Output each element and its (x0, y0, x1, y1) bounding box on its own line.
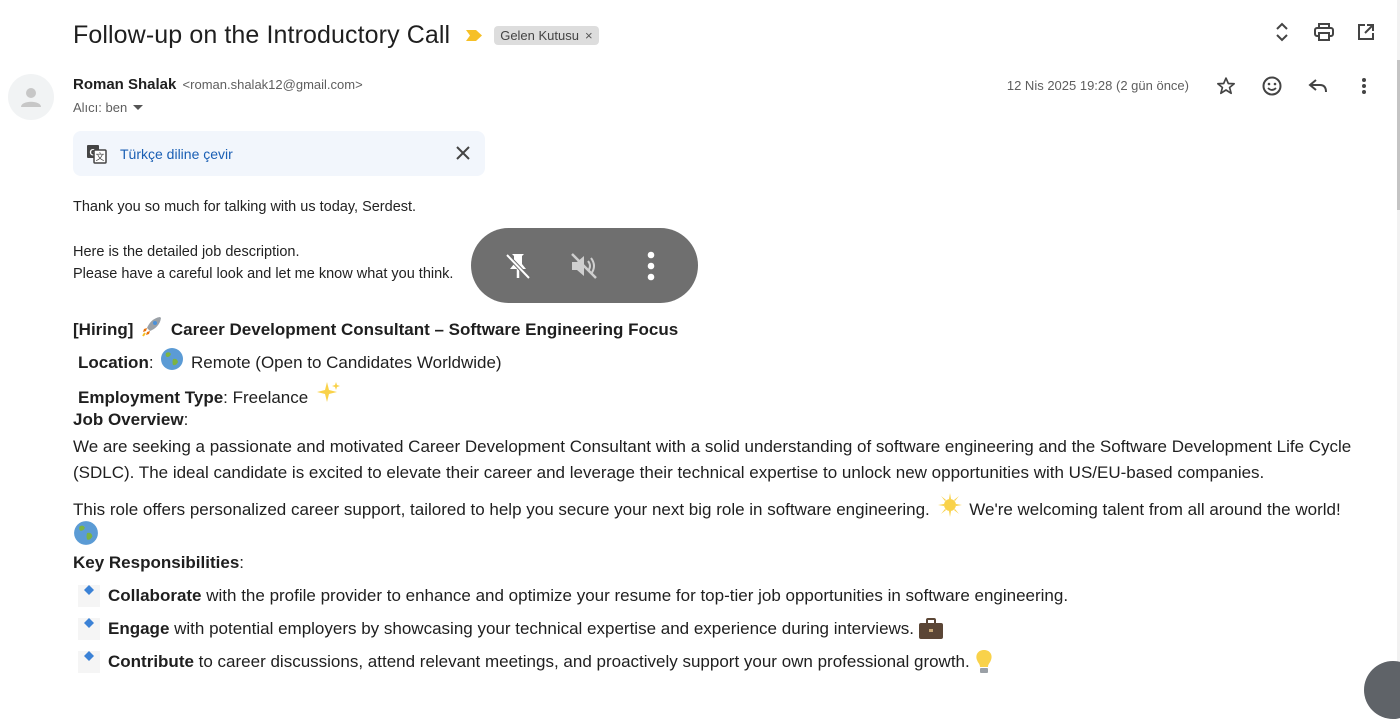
overview-heading-line: Job Overview: (73, 410, 189, 429)
rocket-icon (142, 317, 162, 337)
hiring-tag: [Hiring] (73, 320, 134, 339)
subject-row: Follow-up on the Introductory Call Gelen… (73, 18, 599, 52)
show-details-chevron-icon[interactable] (133, 105, 144, 110)
translate-bar: G 文 Türkçe diline çevir (73, 131, 485, 176)
translate-link[interactable]: Türkçe diline çevir (120, 146, 233, 162)
unpin-icon[interactable] (502, 250, 534, 282)
blue-diamond-icon (78, 618, 100, 640)
mute-icon[interactable] (568, 250, 600, 282)
overview-paragraph-2: This role offers personalized career sup… (73, 492, 1378, 523)
responsibility-text: to career discussions, attend relevant m… (193, 652, 970, 671)
briefcase-icon (919, 618, 944, 639)
intro-line-2: Here is the detailed job description. (73, 244, 300, 260)
floating-controls (471, 228, 698, 303)
open-in-new-window-icon[interactable] (1356, 22, 1376, 42)
responsibility-bold: Engage (108, 619, 170, 638)
svg-text:文: 文 (95, 151, 104, 162)
remove-label-icon[interactable]: × (585, 28, 593, 43)
more-vert-icon[interactable] (1354, 76, 1374, 96)
expand-collapse-icon[interactable] (1272, 22, 1292, 42)
blue-diamond-icon (78, 585, 100, 607)
responsibility-bold: Collaborate (108, 586, 202, 605)
thread-actions (1272, 22, 1376, 42)
job-title: Career Development Consultant – Software… (170, 320, 679, 339)
blue-diamond-icon (78, 651, 100, 673)
intro-line-3: Please have a careful look and let me kn… (73, 266, 454, 282)
close-icon[interactable] (455, 145, 471, 161)
globe-icon (161, 348, 184, 370)
employment-type-label: Employment Type (78, 388, 224, 407)
recipient-line: Alıcı: ben (73, 100, 144, 115)
star-icon[interactable] (1216, 76, 1236, 96)
responsibility-bold: Contribute (108, 652, 194, 671)
sender-line: Roman Shalak <roman.shalak12@gmail.com> (73, 76, 363, 93)
message-datetime: 12 Nis 2025 19:28 (2 gün önce) (1006, 78, 1189, 93)
overview-paragraph-1: We are seeking a passionate and motivate… (73, 437, 1352, 482)
employment-type-value: Freelance (232, 388, 309, 407)
sun-icon (937, 493, 962, 517)
floating-action-button[interactable] (1364, 661, 1400, 719)
overview-paragraph-2a: This role offers personalized career sup… (73, 500, 930, 519)
location-label: Location (78, 353, 149, 372)
reply-icon[interactable] (1308, 76, 1328, 96)
print-icon[interactable] (1314, 22, 1334, 42)
more-vert-icon[interactable] (635, 250, 667, 282)
responsibilities-heading: Key Responsibilities (73, 553, 240, 572)
overview-heading: Job Overview (73, 410, 184, 429)
responsibilities-heading-line: Key Responsibilities: (73, 553, 245, 572)
job-title-line: [Hiring] Career Development Consultant –… (73, 314, 1378, 343)
translate-icon: G 文 (87, 145, 107, 164)
overview-paragraph-2b: We're welcoming talent from all around t… (969, 500, 1341, 519)
sparkles-icon (316, 382, 340, 402)
intro-line-1: Thank you so much for talking with us to… (73, 199, 417, 215)
label-chip-text: Gelen Kutusu (500, 27, 579, 43)
globe-icon (74, 521, 98, 545)
responsibility-text: with potential employers by showcasing y… (169, 619, 915, 638)
emoji-reaction-icon[interactable] (1262, 76, 1282, 96)
location-value: Remote (Open to Candidates Worldwide) (191, 353, 502, 372)
list-item: Collaborate with the profile provider to… (78, 583, 1068, 609)
importance-marker-icon[interactable] (466, 29, 483, 41)
avatar[interactable] (8, 74, 54, 120)
list-item: Engage with potential employers by showc… (78, 616, 946, 642)
sender-name[interactable]: Roman Shalak (73, 76, 176, 93)
light-bulb-icon (976, 650, 992, 673)
label-chip-inbox[interactable]: Gelen Kutusu × (494, 25, 599, 45)
recipient-text: Alıcı: ben (73, 100, 128, 115)
list-item: Contribute to career discussions, attend… (78, 649, 996, 675)
location-line: Location: Remote (Open to Candidates Wor… (78, 347, 1383, 376)
default-avatar-icon (21, 88, 41, 107)
responsibility-text: with the profile provider to enhance and… (201, 586, 1069, 605)
email-subject: Follow-up on the Introductory Call (73, 20, 451, 49)
sender-email: <roman.shalak12@gmail.com> (182, 77, 363, 92)
message-actions (1216, 76, 1374, 96)
